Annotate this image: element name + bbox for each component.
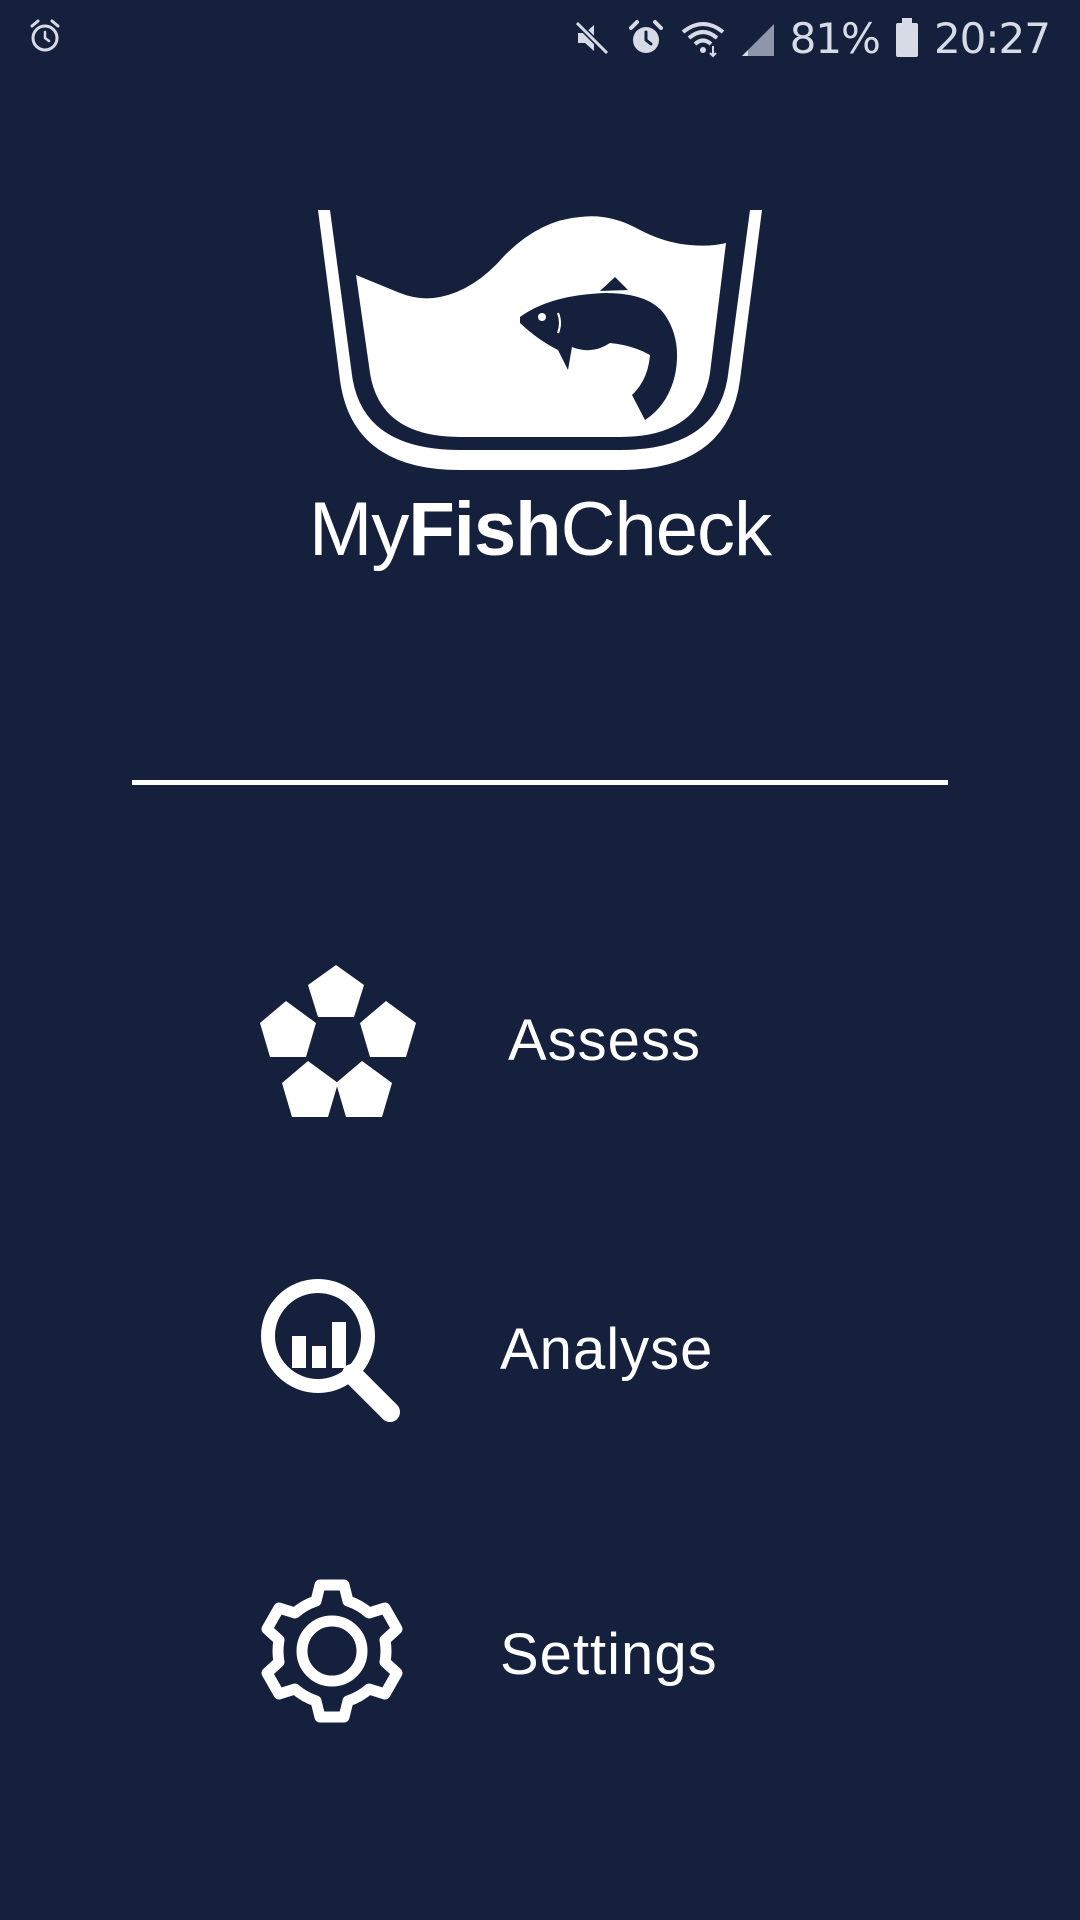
settings-label: Settings	[500, 1622, 718, 1687]
battery-percent: 81%	[789, 13, 881, 63]
pentagons-icon	[240, 961, 420, 1121]
alarm-icon	[626, 18, 666, 58]
assess-label: Assess	[508, 1008, 701, 1073]
battery-icon	[894, 17, 920, 59]
gear-icon	[240, 1575, 420, 1735]
assess-button[interactable]: Assess	[240, 961, 840, 1121]
status-right-group: 81% 20:27	[572, 8, 1051, 68]
magnifier-chart-icon	[240, 1270, 420, 1430]
app-title-bold: Fish	[408, 487, 561, 572]
settings-button[interactable]: Settings	[240, 1575, 840, 1735]
analyse-button[interactable]: Analyse	[240, 1270, 840, 1430]
app-title-suffix: Check	[560, 487, 772, 572]
divider	[132, 780, 948, 785]
alarm-notification-icon	[28, 18, 62, 59]
mute-icon	[572, 18, 612, 58]
app-title-prefix: My	[309, 487, 409, 572]
status-bar: 81% 20:27	[0, 0, 1080, 72]
fish-bowl-logo	[310, 205, 770, 475]
clock: 20:27	[933, 13, 1051, 63]
analyse-label: Analyse	[500, 1317, 714, 1382]
signal-icon	[740, 18, 776, 58]
app-title: MyFishCheck	[0, 485, 1080, 575]
wifi-icon	[680, 18, 726, 58]
